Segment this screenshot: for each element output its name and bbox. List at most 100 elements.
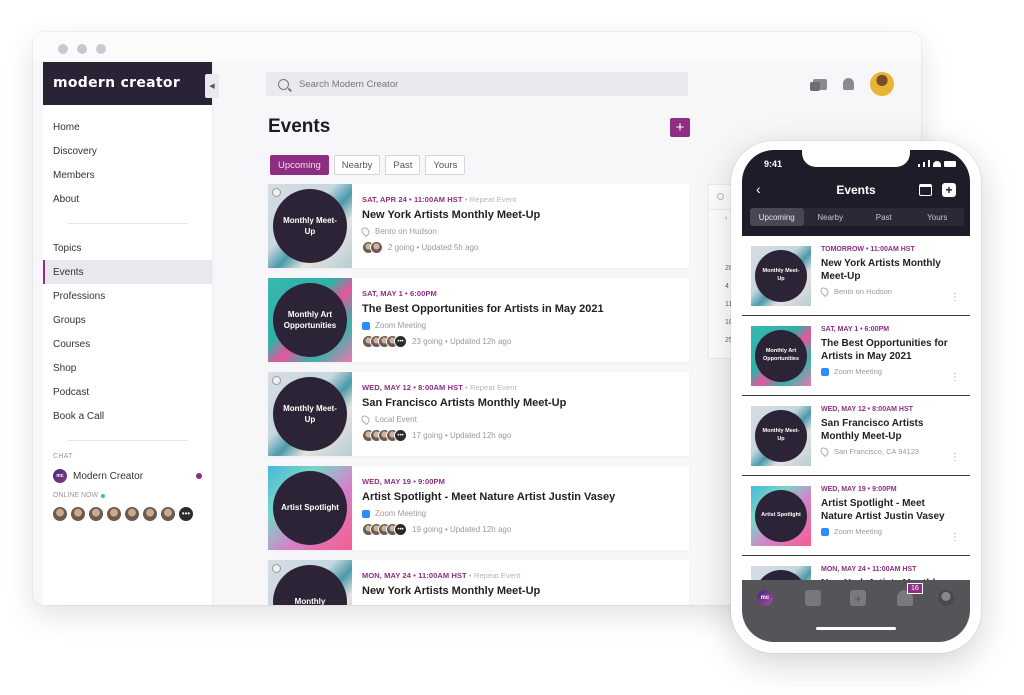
- phone-page-title: Events: [836, 183, 876, 197]
- bell-icon[interactable]: [843, 78, 854, 90]
- event-location-text: Zoom Meeting: [834, 527, 882, 536]
- event-date: WED, MAY 12 • 8:00AM HST • Repeat Event: [362, 383, 566, 392]
- event-location-text: Bento on Hudson: [834, 287, 892, 296]
- event-date-text: MON, MAY 24 • 11:00AM HST: [362, 571, 467, 580]
- sidebar-item-courses[interactable]: Courses: [43, 332, 212, 356]
- event-date: WED, MAY 19 • 9:00PM: [362, 477, 615, 486]
- more-options-icon[interactable]: ⋮: [950, 293, 960, 303]
- event-title[interactable]: The Best Opportunities for Artists in Ma…: [362, 303, 604, 315]
- calendar-icon[interactable]: [919, 184, 932, 196]
- search-icon: [278, 78, 289, 90]
- event-thumbnail: Monthly Meet-Up: [751, 406, 811, 466]
- event-title[interactable]: New York Artists Monthly Meet-Up: [362, 585, 540, 597]
- event-title[interactable]: Artist Spotlight - Meet Nature Artist Ju…: [821, 497, 956, 523]
- sidebar-item-home[interactable]: Home: [43, 115, 212, 139]
- event-card[interactable]: Artist Spotlight WED, MAY 19 • 9:00PM Ar…: [742, 476, 970, 556]
- event-card[interactable]: Monthly Art Opportunities SAT, MAY 1 • 6…: [742, 316, 970, 396]
- event-title[interactable]: New York Artists Monthly Meet-Up: [821, 257, 956, 283]
- avatar[interactable]: [161, 507, 175, 521]
- event-card[interactable]: Monthly Meet-Up WED, MAY 12 • 8:00AM HST…: [742, 396, 970, 476]
- event-thumbnail: Monthly Art Opportunities: [751, 326, 811, 386]
- sidebar-item-shop[interactable]: Shop: [43, 356, 212, 380]
- tab-upcoming[interactable]: Upcoming: [270, 155, 329, 175]
- event-card[interactable]: Monthly Meet-Up SAT, APR 24 • 11:00AM HS…: [268, 184, 689, 268]
- tab-nearby[interactable]: Nearby: [333, 155, 381, 175]
- prev-month-icon[interactable]: ‹: [725, 215, 727, 222]
- window-control-dot[interactable]: [58, 44, 68, 54]
- profile-avatar[interactable]: [938, 590, 954, 606]
- repeat-icon: [272, 564, 281, 573]
- avatar[interactable]: [53, 507, 67, 521]
- event-location: Zoom Meeting: [821, 367, 956, 376]
- event-card[interactable]: Monthly MON, MAY 24 • 11:00AM HST • Repe…: [268, 560, 689, 605]
- refresh-icon[interactable]: [717, 193, 724, 200]
- event-date-text: SAT, APR 24 • 11:00AM HST: [362, 195, 463, 204]
- sidebar-item-events[interactable]: Events: [43, 260, 212, 284]
- status-icons: [918, 160, 956, 167]
- messages-icon[interactable]: [805, 590, 821, 606]
- event-title[interactable]: San Francisco Artists Monthly Meet-Up: [362, 397, 566, 409]
- tab-yours[interactable]: Yours: [425, 155, 466, 175]
- event-location: Local Event: [359, 413, 566, 426]
- tab-past[interactable]: Past: [385, 155, 421, 175]
- title-bar: [33, 32, 921, 62]
- more-attendees-icon: •••: [394, 429, 407, 442]
- tab-nearby[interactable]: Nearby: [804, 208, 858, 226]
- sidebar-item-podcast[interactable]: Podcast: [43, 380, 212, 404]
- avatar[interactable]: [71, 507, 85, 521]
- more-attendees-icon: •••: [394, 335, 407, 348]
- event-title[interactable]: San Francisco Artists Monthly Meet-Up: [821, 417, 956, 443]
- phone-filter-tabs: Upcoming Nearby Past Yours: [750, 208, 964, 226]
- sidebar-item-professions[interactable]: Professions: [43, 284, 212, 308]
- event-location-text: San Francisco, CA 94123: [834, 447, 920, 456]
- phone-notch: [802, 150, 910, 167]
- collapse-sidebar-button[interactable]: ◀: [205, 74, 219, 98]
- sidebar-item-groups[interactable]: Groups: [43, 308, 212, 332]
- sidebar-item-members[interactable]: Members: [43, 163, 212, 187]
- event-card[interactable]: Monthly Meet-Up WED, MAY 12 • 8:00AM HST…: [268, 372, 689, 456]
- avatar[interactable]: [107, 507, 121, 521]
- event-date: SAT, APR 24 • 11:00AM HST • Repeat Event: [362, 195, 540, 204]
- plus-icon[interactable]: +: [850, 590, 866, 606]
- sidebar-item-discovery[interactable]: Discovery: [43, 139, 212, 163]
- avatar[interactable]: [125, 507, 139, 521]
- zoom-icon: [821, 367, 829, 376]
- event-thumbnail: Monthly Meet-Up: [268, 184, 352, 268]
- search-input[interactable]: Search Modern Creator: [266, 72, 688, 96]
- home-indicator[interactable]: [816, 627, 896, 630]
- event-card[interactable]: Artist Spotlight WED, MAY 19 • 9:00PM Ar…: [268, 466, 689, 550]
- more-members-button[interactable]: •••: [179, 507, 193, 521]
- event-title[interactable]: The Best Opportunities for Artists in Ma…: [821, 337, 956, 363]
- event-title[interactable]: New York Artists Monthly Meet-Up: [362, 209, 540, 221]
- event-title[interactable]: Artist Spotlight - Meet Nature Artist Ju…: [362, 491, 615, 503]
- sidebar-item-about[interactable]: About: [43, 187, 212, 211]
- user-avatar[interactable]: [870, 72, 894, 96]
- event-card[interactable]: Monthly Art Opportunities SAT, MAY 1 • 6…: [268, 278, 689, 362]
- event-meta-text: 23 going • Updated 12h ago: [412, 337, 512, 346]
- brand-logo[interactable]: modern creator: [43, 62, 212, 105]
- add-event-button[interactable]: +: [670, 118, 690, 137]
- messages-icon[interactable]: [810, 78, 827, 91]
- sidebar-item-book-a-call[interactable]: Book a Call: [43, 404, 212, 428]
- event-card[interactable]: Monthly Meet-Up TOMORROW • 11:00AM HST N…: [742, 236, 970, 316]
- tab-past[interactable]: Past: [857, 208, 911, 226]
- signal-icon: [928, 160, 930, 167]
- more-options-icon[interactable]: ⋮: [950, 533, 960, 543]
- status-time: 9:41: [764, 159, 783, 169]
- window-control-dot[interactable]: [77, 44, 87, 54]
- more-options-icon[interactable]: ⋮: [950, 453, 960, 463]
- home-logo-icon[interactable]: mc: [757, 590, 773, 606]
- tab-yours[interactable]: Yours: [911, 208, 965, 226]
- event-meta: ••• 17 going • Updated 12h ago: [362, 429, 566, 442]
- calendar-day[interactable]: 4: [725, 283, 729, 290]
- more-options-icon[interactable]: ⋮: [950, 373, 960, 383]
- avatar[interactable]: [89, 507, 103, 521]
- avatar[interactable]: [143, 507, 157, 521]
- chat-item-modern-creator[interactable]: mc Modern Creator: [43, 464, 212, 488]
- sidebar-item-topics[interactable]: Topics: [43, 236, 212, 260]
- add-event-button[interactable]: +: [942, 183, 956, 197]
- tab-upcoming[interactable]: Upcoming: [750, 208, 804, 226]
- event-meta: 2 going • Updated 5h ago: [362, 241, 540, 254]
- event-date: SAT, MAY 1 • 6:00PM: [362, 289, 604, 298]
- window-control-dot[interactable]: [96, 44, 106, 54]
